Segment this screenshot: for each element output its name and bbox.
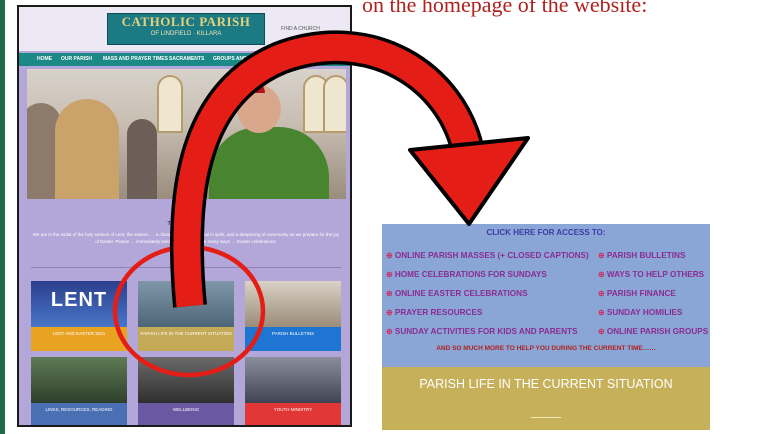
logo-title: CATHOLIC PARISH bbox=[121, 14, 251, 29]
panel-link-online-groups[interactable]: ⊕ ONLINE PARISH GROUPS bbox=[598, 326, 708, 336]
tile-label: WELLBEING bbox=[138, 403, 234, 425]
logo-subtitle: OF LINDFIELD · KILLARA bbox=[150, 31, 222, 37]
search-icon[interactable] bbox=[337, 55, 346, 64]
panel-link-prayer-resources[interactable]: ⊕ PRAYER RESOURCES bbox=[386, 307, 482, 317]
nav-item-home[interactable]: HOME bbox=[37, 56, 52, 62]
panel-link-parish-bulletins[interactable]: ⊕ PARISH BULLETINS bbox=[598, 250, 685, 260]
panel-link-sunday-homilies[interactable]: ⊕ SUNDAY HOMILIES bbox=[598, 307, 682, 317]
panel-header: CLICK HERE FOR ACCESS TO: bbox=[486, 228, 606, 237]
tile-wellbeing[interactable]: WELLBEING bbox=[138, 357, 234, 425]
parish-life-button-label: PARISH LIFE IN THE CURRENT SITUATION bbox=[419, 377, 673, 391]
nav-item-our-parish[interactable]: OUR PARISH bbox=[61, 56, 92, 62]
panel-link-parish-finance[interactable]: ⊕ PARISH FINANCE bbox=[598, 288, 676, 298]
nav-item-mass-times[interactable]: MASS AND PRAYER TIMES bbox=[103, 56, 168, 62]
panel-link-help-others[interactable]: ⊕ WAYS TO HELP OTHERS bbox=[598, 269, 704, 279]
tile-parish-bulletins[interactable]: PARISH BULLETINS bbox=[245, 281, 341, 351]
caption-text: on the homepage of the website: bbox=[362, 0, 648, 17]
find-church-link[interactable]: FIND A CHURCH bbox=[281, 26, 320, 32]
lent-heading: THE … LENT bbox=[167, 221, 202, 227]
nav-item-news[interactable]: NEWS & EVENTS bbox=[281, 56, 322, 62]
tile-links-resources[interactable]: LINKS, RESOURCES, READING bbox=[31, 357, 127, 425]
tile-parish-life[interactable]: PARISH LIFE IN THE CURRENT SITUATION bbox=[138, 281, 234, 351]
main-nav: HOME OUR PARISH MASS AND PRAYER TIMES SA… bbox=[19, 53, 350, 66]
nav-item-sacraments[interactable]: SACRAMENTS bbox=[169, 56, 204, 62]
access-panel[interactable]: CLICK HERE FOR ACCESS TO: ⊕ ONLINE PARISH… bbox=[382, 224, 710, 430]
lent-text: We are in the midst of the holy season o… bbox=[32, 232, 340, 244]
button-underline bbox=[531, 417, 561, 418]
left-accent-bar bbox=[0, 0, 5, 434]
panel-link-easter-celebrations[interactable]: ⊕ ONLINE EASTER CELEBRATIONS bbox=[386, 288, 528, 298]
nav-item-groups[interactable]: GROUPS AND bbox=[213, 56, 247, 62]
site-header: CATHOLIC PARISH OF LINDFIELD · KILLARA F… bbox=[19, 7, 350, 51]
parish-logo[interactable]: CATHOLIC PARISH OF LINDFIELD · KILLARA bbox=[107, 13, 265, 45]
parish-life-button[interactable]: PARISH LIFE IN THE CURRENT SITUATION bbox=[382, 367, 710, 430]
tile-label: LENT AND EASTER 2021 bbox=[31, 327, 127, 351]
arrow-head bbox=[408, 136, 530, 226]
tile-youth-ministry[interactable]: YOUTH MINISTRY bbox=[245, 357, 341, 425]
website-screenshot: CATHOLIC PARISH OF LINDFIELD · KILLARA F… bbox=[17, 5, 352, 427]
panel-link-sunday-activities[interactable]: ⊕ SUNDAY ACTIVITIES FOR KIDS AND PARENTS bbox=[386, 326, 577, 336]
panel-link-online-masses[interactable]: ⊕ ONLINE PARISH MASSES (+ CLOSED CAPTIONS… bbox=[386, 250, 589, 260]
hero-photo bbox=[27, 69, 346, 199]
tile-label: PARISH LIFE IN THE CURRENT SITUATION bbox=[138, 327, 234, 351]
tile-label: PARISH BULLETINS bbox=[245, 327, 341, 351]
panel-more-text: AND SO MUCH MORE TO HELP YOU DURING THE … bbox=[436, 345, 656, 352]
tile-label: YOUTH MINISTRY bbox=[245, 403, 341, 425]
lent-tile-art: LENT bbox=[50, 289, 108, 311]
tile-label: LINKS, RESOURCES, READING bbox=[31, 403, 127, 425]
panel-link-home-celebrations[interactable]: ⊕ HOME CELEBRATIONS FOR SUNDAYS bbox=[386, 269, 547, 279]
tile-lent-easter[interactable]: LENT LENT AND EASTER 2021 bbox=[31, 281, 127, 351]
divider bbox=[31, 267, 341, 268]
